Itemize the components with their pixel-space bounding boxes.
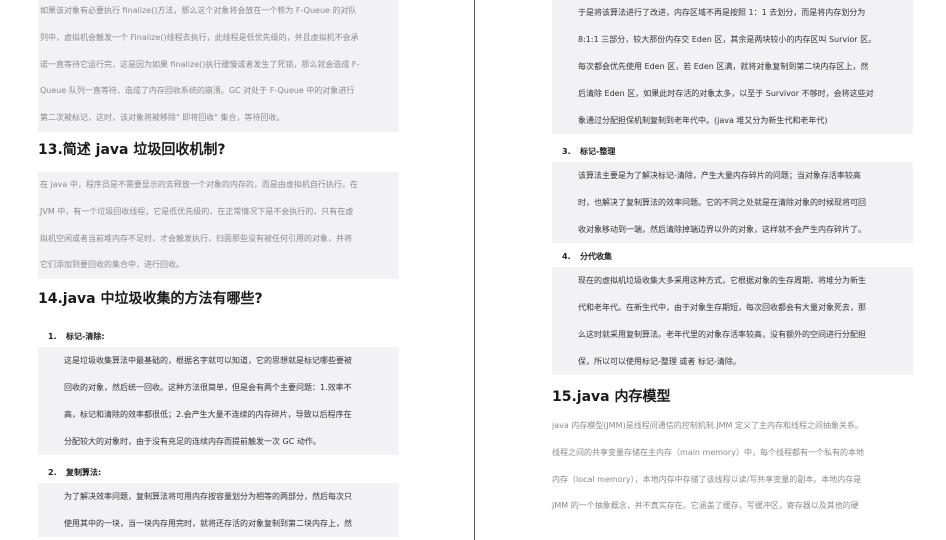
list-item-copying: 2. 复制算法: 为了解决效率问题，复制算法将可用内存按容量划分为相等的两部分，然…: [38, 463, 399, 538]
list-item-title: 1. 标记-清除:: [38, 327, 399, 347]
text-line: 8:1:1 三部分，较大那份内存交 Eden 区，其余是两块较小的内存区叫 Su…: [578, 35, 877, 44]
section-heading-13: 13.简述 java 垃圾回收机制?: [38, 141, 226, 158]
list-item-label: 分代收集: [580, 252, 612, 261]
text-line: 拟机空闲或者当前堆内存不足时，才会触发执行，扫面那些没有被任何引用的对象，并将: [40, 233, 352, 243]
list-item-label: 标记-清除:: [66, 332, 105, 342]
text-line: 么这时就采用复制算法。老年代里的对象存活率较高，没有额外的空间进行分配担: [578, 330, 866, 339]
text-line: 于是将该算法进行了改进，内存区域不再是按照 1：1 去划分，而是将内存划分为: [578, 8, 866, 17]
text-line: java 内存模型(JMM)是线程间通信的控制机制.JMM 定义了主内存和线程之…: [552, 421, 863, 430]
left-column: 如果该对象有必要执行 finalize()方法，那么这个对象将会放在一个称为 F…: [38, 0, 399, 538]
text-line: 列中，虚拟机会触发一个 Finalize()线程去执行，此线程是低优先级的，并且…: [40, 32, 359, 42]
section-heading-15: 15.java 内存模型: [552, 389, 671, 405]
text-line: 收对象移动到一端，然后清除掉端边界以外的对象，这样就不会产生内存碎片了。: [578, 225, 866, 234]
list-item-title: 2. 复制算法:: [38, 463, 399, 483]
list-item-mark-compact: 3. 标记-整理 该算法主要是为了解决标记-清除，产生大量内存碎片的问题；当对象存…: [552, 142, 913, 243]
list-item-number: 4.: [562, 252, 571, 261]
text-line: 现在的虚拟机垃圾收集大多采用这种方式，它根据对象的生存周期，将堆分为新生: [578, 276, 866, 285]
list-item-label: 标记-整理: [580, 147, 616, 156]
text-line: 诺一直等待它运行完，这是因为如果 finalize()执行缓慢或者发生了死锁，那…: [40, 59, 360, 69]
text-line: JMM 的一个抽象概念，并不真实存在。它涵盖了缓存，写缓冲区，寄存器以及其他的硬: [552, 501, 859, 511]
jmm-paragraph: java 内存模型(JMM)是线程间通信的控制机制.JMM 定义了主内存和线程之…: [552, 413, 913, 520]
text-line: 为了解决效率问题，复制算法将可用内存按容量划分为相等的两部分，然后每次只: [64, 492, 352, 502]
list-item-label: 复制算法:: [66, 468, 102, 478]
list-item-generational: 4. 分代收集 现在的虚拟机垃圾收集大多采用这种方式，它根据对象的生存周期，将堆分…: [552, 247, 913, 375]
document-page: 如果该对象有必要执行 finalize()方法，那么这个对象将会放在一个称为 F…: [0, 0, 946, 540]
list-item-title: 4. 分代收集: [552, 247, 913, 267]
list-item-mark-sweep: 1. 标记-清除: 这是垃圾收集算法中最基础的，根据名字就可以知道，它的思想就是标…: [38, 327, 399, 456]
text-line: 时，也解决了复制算法的效率问题。它的不同之处就是在清除对象的时候现将可回: [578, 198, 866, 207]
text-line: 内存（local memory），本地内存中存储了该线程以读/写共享变量的副本。…: [552, 474, 862, 484]
text-line: 该算法主要是为了解决标记-清除，产生大量内存碎片的问题；当对象存活率较高: [578, 171, 861, 180]
text-line: 这是垃圾收集算法中最基础的，根据名字就可以知道，它的思想就是标记哪些要被: [64, 356, 352, 366]
text-line: 保，所以可以使用标记-整理 或者 标记-清除。: [578, 357, 741, 366]
text-line: 分配较大的对象时，由于没有充足的连续内存而提前触发一次 GC 动作。: [64, 437, 321, 447]
list-item-number: 2.: [48, 468, 57, 478]
text-line: 高，标记和清除的效率都很低；2.会产生大量不连续的内存碎片，导致以后程序在: [64, 410, 352, 420]
gc-paragraph: 在 java 中，程序员是不需要显示的去释放一个对象的内存的，而是由虚拟机自行执…: [38, 171, 399, 280]
text-line: 后清除 Eden 区，如果此时存活的对象太多，以至于 Survivor 不够时，…: [578, 89, 874, 98]
page-divider: [474, 0, 475, 540]
right-column: 于是将该算法进行了改进，内存区域不再是按照 1：1 去划分，而是将内存划分为 8…: [552, 0, 913, 520]
text-line: 象通过分配担保机制复制到老年代中。(java 堆又分为新生代和老年代): [578, 116, 828, 125]
list-item-body: 该算法主要是为了解决标记-清除，产生大量内存碎片的问题；当对象存活率较高 时，也…: [552, 162, 913, 243]
text-line: 它们添加到要回收的集合中，进行回收。: [40, 260, 184, 270]
text-line: 如果该对象有必要执行 finalize()方法，那么这个对象将会放在一个称为 F…: [40, 6, 357, 15]
list-item-body: 这是垃圾收集算法中最基础的，根据名字就可以知道，它的思想就是标记哪些要被 回收的…: [38, 347, 399, 456]
text-line: JVM 中，有一个垃圾回收线程，它是低优先级的，在正常情况下是不会执行的，只有在…: [40, 206, 354, 216]
section-heading-14: 14.java 中垃圾收集的方法有哪些?: [38, 291, 263, 308]
text-line: 线程之间的共享变量存储在主内存（main memory）中，每个线程都有一个私有…: [552, 447, 864, 457]
list-item-number: 3.: [562, 147, 571, 156]
list-item-body: 现在的虚拟机垃圾收集大多采用这种方式，它根据对象的生存周期，将堆分为新生 代和老…: [552, 267, 913, 375]
text-line: 代和老年代。在新生代中，由于对象生存期短，每次回收都会有大量对象死去，那: [578, 303, 866, 312]
text-line: 每次都会优先使用 Eden 区，若 Eden 区满，就将对象复制到第二块内存区上…: [578, 62, 869, 71]
text-line: 第二次被标记，这时，该对象将被移除" 即将回收" 集合，等待回收。: [40, 113, 285, 123]
list-item-number: 1.: [48, 332, 57, 342]
text-line: Queue 队列一直等待，造成了内存回收系统的崩溃。GC 对处于 F-Queue…: [40, 86, 355, 96]
text-line: 在 java 中，程序员是不需要显示的去释放一个对象的内存的，而是由虚拟机自行执…: [40, 179, 358, 189]
text-line: 回收的对象，然后统一回收。这种方法很简单，但是会有两个主要问题：1.效率不: [64, 383, 352, 393]
text-line: 使用其中的一块，当一块内存用完时，就将还存活的对象复制到第二块内存上，然: [64, 519, 352, 529]
copying-continued-body: 于是将该算法进行了改进，内存区域不再是按照 1：1 去划分，而是将内存划分为 8…: [552, 0, 913, 134]
intro-paragraph: 如果该对象有必要执行 finalize()方法，那么这个对象将会放在一个称为 F…: [38, 0, 399, 132]
list-item-title: 3. 标记-整理: [552, 142, 913, 162]
list-item-body: 为了解决效率问题，复制算法将可用内存按容量划分为相等的两部分，然后每次只 使用其…: [38, 483, 399, 538]
